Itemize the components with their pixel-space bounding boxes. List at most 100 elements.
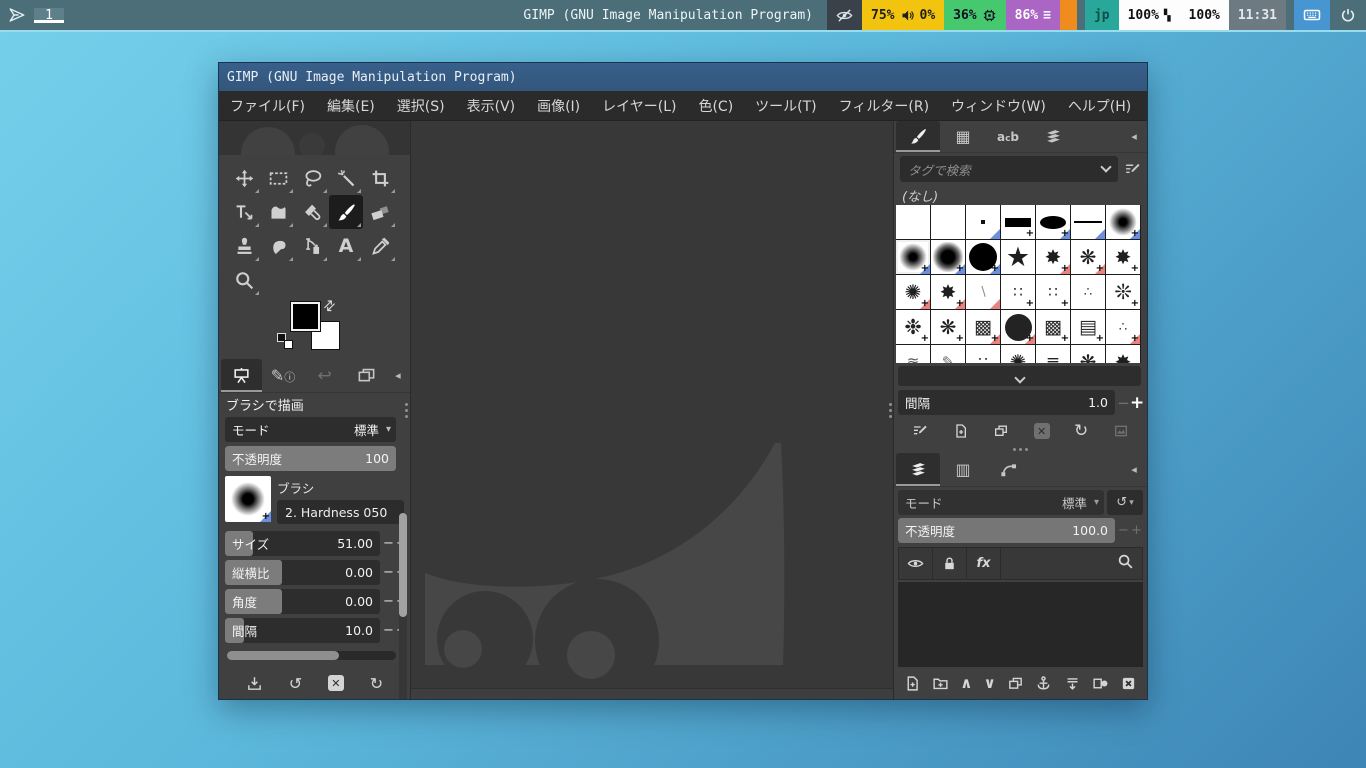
save-preset-button[interactable] [246, 675, 263, 692]
tool-unified-transform[interactable] [227, 195, 261, 229]
zoom-indicator[interactable]: 100% [1180, 0, 1229, 30]
tool-rectangle-select[interactable] [261, 161, 295, 195]
tool-ink[interactable] [295, 229, 329, 263]
workspace-indicator[interactable]: 1 [34, 8, 64, 23]
brush-list-edit-icon[interactable] [1123, 161, 1141, 178]
tag-filter-none[interactable]: (なし) [894, 185, 1147, 205]
brush-item[interactable]: ∴ [1071, 275, 1105, 309]
left-dock-separator-handle[interactable] [405, 403, 408, 418]
tab-patterns[interactable]: ▦ [941, 121, 985, 152]
tool-zoom[interactable] [227, 263, 261, 297]
size-slider[interactable]: サイズ 51.00 [225, 531, 380, 556]
brush-item[interactable] [1071, 205, 1105, 239]
brush-item[interactable]: ≡ [1036, 345, 1070, 363]
cpu-indicator[interactable]: 36% [944, 0, 1005, 30]
duplicate-brush-button[interactable] [993, 423, 1009, 439]
brush-item[interactable]: ✺ [1001, 345, 1035, 363]
tool-options-hscrollbar[interactable] [227, 651, 396, 660]
collapse-layers-dock-button[interactable]: ◂ [1123, 453, 1145, 486]
foreground-color-swatch[interactable] [291, 302, 320, 331]
default-colors-icon[interactable] [277, 333, 293, 349]
brush-item[interactable]: + [1036, 205, 1070, 239]
restore-preset-button[interactable]: ↺ [289, 674, 302, 693]
menu-colors[interactable]: 色(C) [687, 96, 744, 116]
lock-button[interactable] [933, 548, 967, 579]
menu-help[interactable]: ヘルプ(H) [1057, 96, 1142, 116]
right-dock-separator-handle[interactable] [889, 403, 892, 418]
brush-item[interactable]: + [931, 240, 965, 274]
tool-move[interactable] [227, 161, 261, 195]
merge-down-button[interactable] [1064, 675, 1081, 692]
spacing-decrement-icon[interactable]: − [382, 623, 395, 638]
clock[interactable]: 11:31 [1229, 0, 1286, 30]
menu-edit[interactable]: 編集(E) [316, 96, 386, 116]
tab-undo-history[interactable]: ↩ [304, 359, 345, 392]
swap-colors-icon[interactable]: ⇄ [320, 296, 340, 316]
tool-warp-transform[interactable] [261, 195, 295, 229]
tab-images[interactable] [346, 359, 387, 392]
tab-paths[interactable] [986, 453, 1030, 486]
tool-color-picker[interactable] [363, 229, 397, 263]
reset-tool-options-button[interactable]: ↻ [370, 674, 383, 693]
paint-mode-select[interactable]: モード 標準 ▾ [225, 417, 396, 442]
menu-filters[interactable]: フィルター(R) [828, 96, 940, 116]
privacy-indicator[interactable] [827, 0, 862, 30]
tag-search-input[interactable]: タグで検索 [900, 156, 1118, 182]
menu-layer[interactable]: レイヤー(L) [591, 96, 687, 116]
brush-item[interactable]: ❉+ [896, 310, 930, 344]
brush-spacing-slider[interactable]: 間隔 1.0 [898, 390, 1115, 415]
spacing-increment-icon[interactable]: + [1130, 393, 1143, 413]
duplicate-layer-button[interactable] [1007, 675, 1024, 692]
brush-item[interactable]: ❊+ [1106, 275, 1140, 309]
layer-mode-select[interactable]: モード 標準 ▾ [898, 490, 1104, 515]
virtual-keyboard-button[interactable] [1294, 0, 1330, 30]
menu-view[interactable]: 表示(V) [456, 96, 527, 116]
brush-item[interactable]: ∖ [966, 275, 1000, 309]
tab-gradients[interactable] [1031, 121, 1075, 152]
raise-layer-button[interactable]: ∧ [960, 674, 972, 692]
layer-opacity-slider[interactable]: 不透明度 100.0 [898, 518, 1115, 543]
memory-indicator[interactable]: 86% ≡ [1006, 0, 1060, 30]
tool-smudge[interactable] [261, 229, 295, 263]
brush-item[interactable]: + [1106, 205, 1140, 239]
brush-item[interactable] [931, 205, 965, 239]
edit-brush-button[interactable] [912, 423, 928, 439]
layer-list-empty[interactable] [898, 582, 1143, 667]
new-layer-group-button[interactable] [932, 675, 949, 692]
brush-item[interactable]: ▤+ [1071, 310, 1105, 344]
brush-item[interactable]: ✸+ [1036, 240, 1070, 274]
tool-bucket-fill[interactable] [295, 195, 329, 229]
tool-paintbrush[interactable] [329, 195, 363, 229]
send-icon[interactable] [0, 6, 34, 24]
canvas-area[interactable] [411, 121, 894, 699]
angle-decrement-icon[interactable]: − [382, 594, 395, 609]
brush-item[interactable]: ∷ [966, 345, 1000, 363]
brush-item[interactable]: ❋+ [931, 310, 965, 344]
opacity-decrement-icon[interactable]: − [1117, 523, 1130, 538]
tab-layers[interactable] [896, 453, 940, 486]
brush-item[interactable]: + [1001, 205, 1035, 239]
brush-item[interactable]: ★ [1001, 240, 1035, 274]
layer-effects-button[interactable]: fx [967, 548, 1001, 579]
brush-item-selected[interactable]: + [896, 240, 930, 274]
brush-name[interactable]: 2. Hardness 050 [277, 500, 404, 524]
menu-select[interactable]: 選択(S) [386, 96, 456, 116]
tab-channels[interactable]: ▥ [941, 453, 985, 486]
orange-indicator[interactable] [1060, 0, 1077, 30]
brush-item[interactable]: ❋ [1071, 345, 1105, 363]
scale-indicator[interactable]: 100% ▚ [1119, 0, 1180, 30]
keyboard-layout-indicator[interactable]: jp [1085, 0, 1119, 30]
new-layer-button[interactable] [904, 675, 921, 692]
open-brush-as-image-button[interactable] [1113, 423, 1129, 439]
menu-tools[interactable]: ツール(T) [744, 96, 827, 116]
tool-fuzzy-select[interactable] [329, 161, 363, 195]
anchor-layer-button[interactable] [1035, 675, 1052, 692]
lower-layer-button[interactable]: ∨ [984, 674, 996, 692]
menu-file[interactable]: ファイル(F) [219, 96, 316, 116]
tool-text[interactable]: A [329, 229, 363, 263]
brush-item[interactable]: ▩+ [1036, 310, 1070, 344]
collapse-dock-button[interactable]: ◂ [388, 359, 408, 392]
spacing-slider[interactable]: 間隔 10.0 [225, 618, 380, 643]
collapse-brush-dock-button[interactable]: ◂ [1123, 121, 1145, 152]
brush-item[interactable]: + [966, 240, 1000, 274]
